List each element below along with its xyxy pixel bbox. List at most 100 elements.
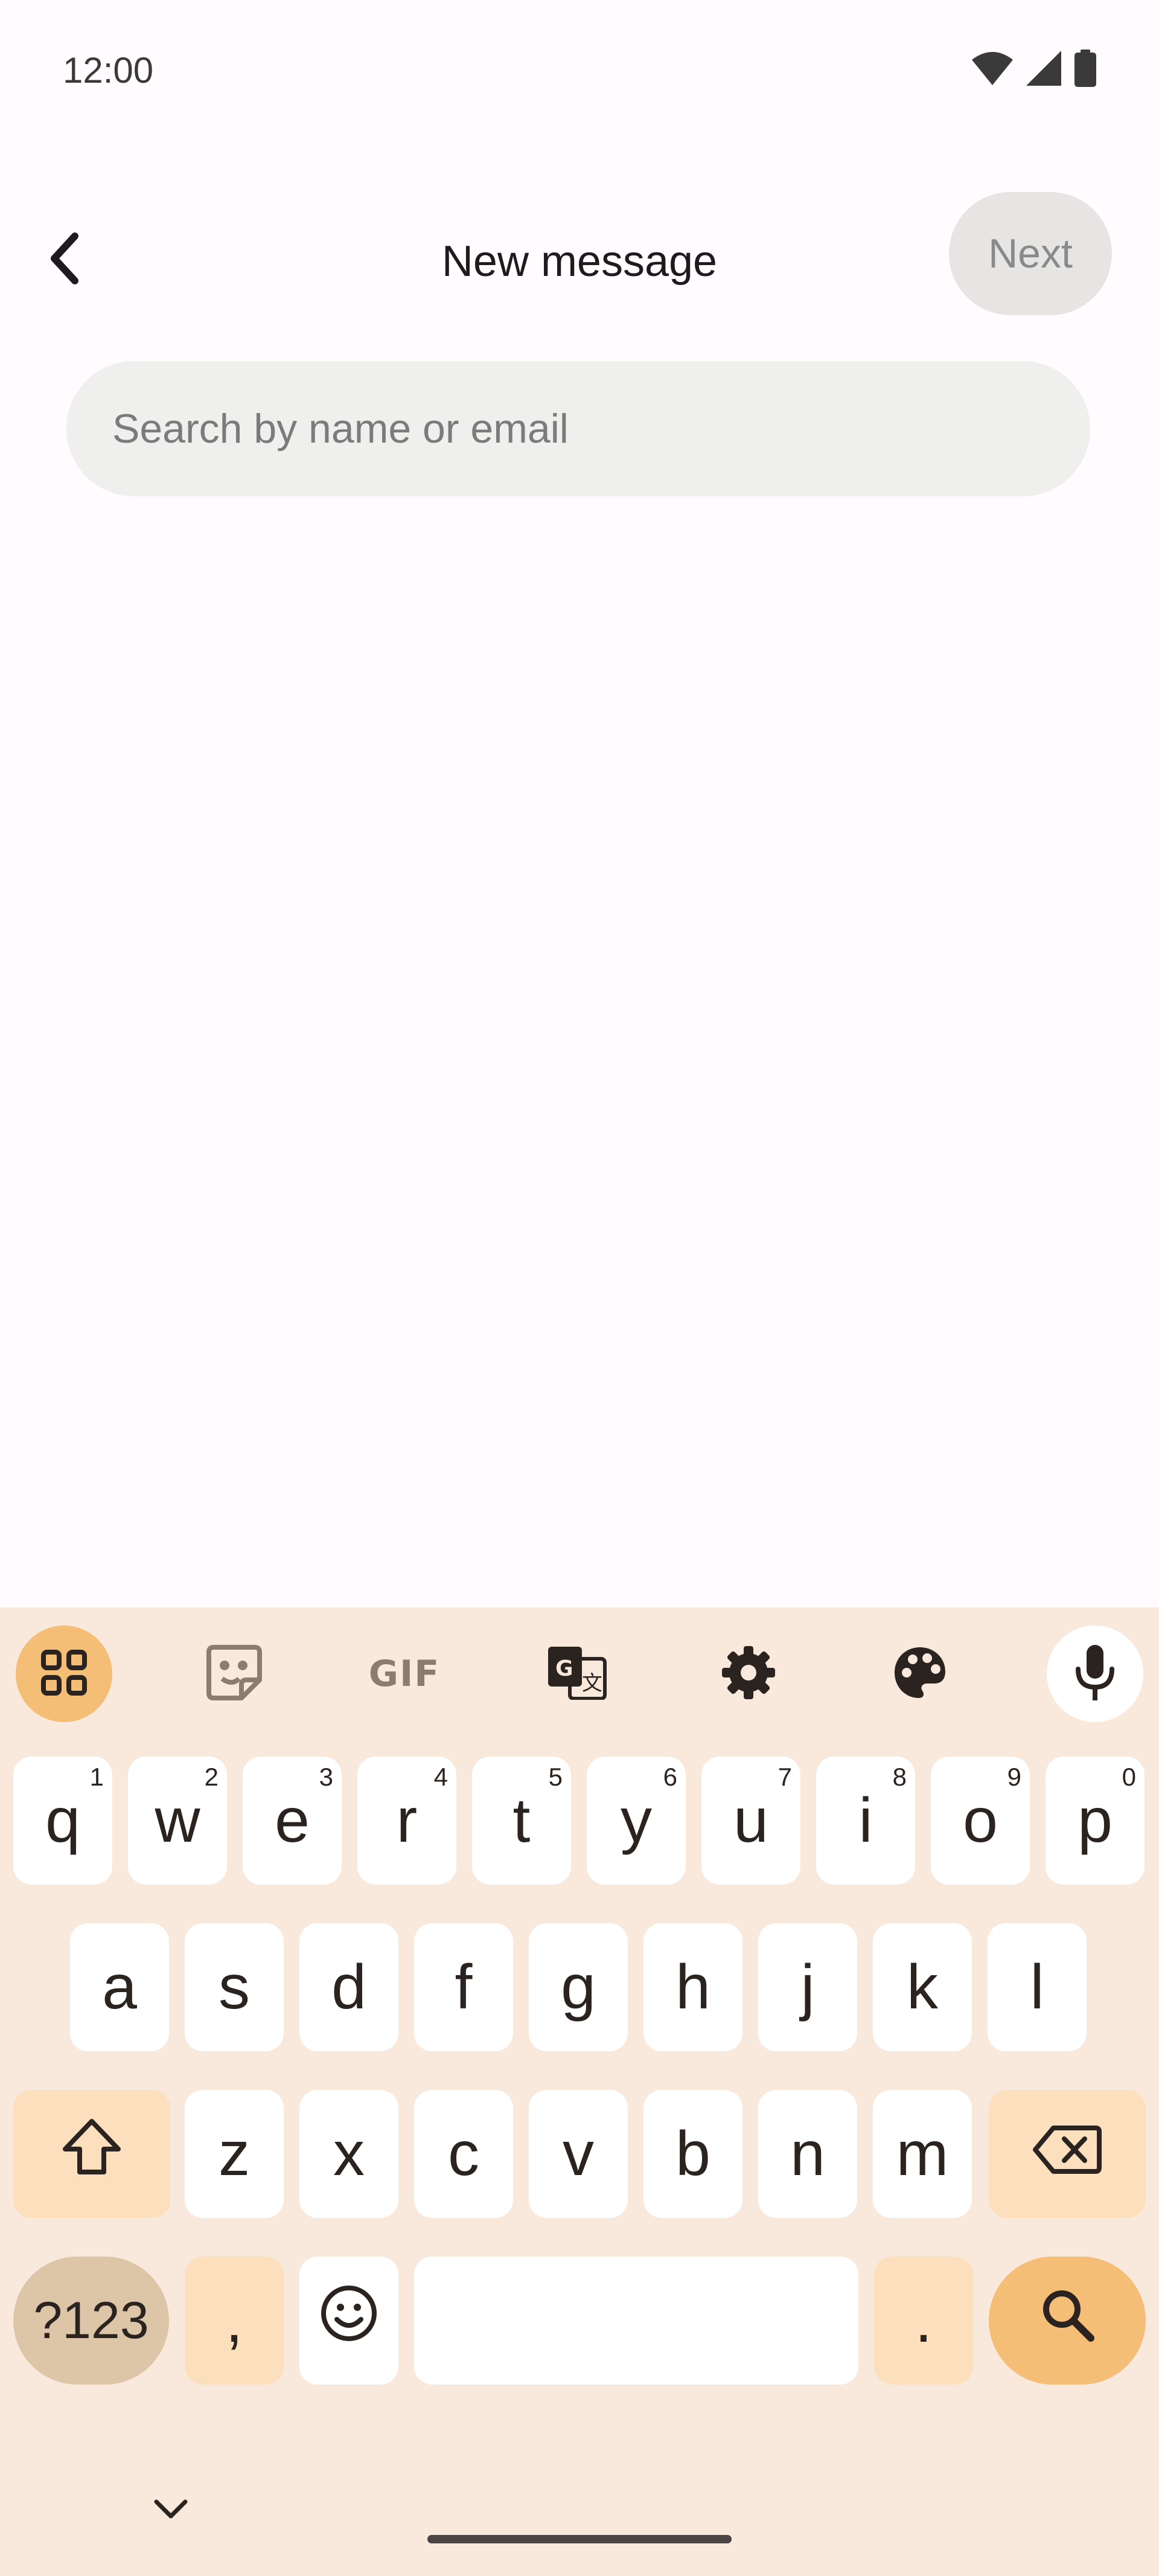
key-char: g: [561, 1952, 596, 2022]
key-char: c: [448, 2118, 479, 2189]
letter-key[interactable]: i8: [816, 1757, 915, 1885]
gear-icon: [721, 1645, 776, 1703]
battery-icon: [1074, 50, 1096, 87]
key-char: t: [512, 1785, 531, 1856]
key-char: s: [219, 1952, 250, 2022]
letter-key[interactable]: l: [988, 1923, 1087, 2051]
comma-key[interactable]: ,: [185, 2257, 284, 2385]
key-char: p: [1078, 1785, 1113, 1856]
letter-key[interactable]: w2: [128, 1757, 227, 1885]
key-char: y: [621, 1785, 652, 1856]
key-char: x: [333, 2118, 365, 2189]
letter-key[interactable]: v: [529, 2090, 628, 2218]
letter-key[interactable]: b: [643, 2090, 742, 2218]
key-char: b: [675, 2118, 710, 2189]
key-hint: 9: [1007, 1763, 1021, 1791]
symbols-key[interactable]: ?123: [13, 2257, 169, 2385]
letter-key[interactable]: o9: [931, 1757, 1030, 1885]
status-icons: [972, 50, 1096, 87]
letter-key[interactable]: q1: [13, 1757, 112, 1885]
letter-key[interactable]: y6: [587, 1757, 686, 1885]
key-char: l: [1030, 1952, 1044, 2022]
key-char: v: [563, 2118, 594, 2189]
letter-key[interactable]: z: [185, 2090, 284, 2218]
cellular-signal-icon: [1026, 51, 1061, 86]
voice-input-button[interactable]: [1047, 1626, 1143, 1722]
period-key[interactable]: .: [874, 2257, 973, 2385]
key-char: a: [102, 1952, 137, 2022]
settings-button[interactable]: [700, 1626, 797, 1722]
search-action-key[interactable]: [989, 2257, 1146, 2385]
sticker-button[interactable]: [186, 1626, 283, 1722]
letter-key[interactable]: a: [70, 1923, 169, 2051]
letter-key[interactable]: d: [299, 1923, 398, 2051]
wifi-icon: [972, 51, 1013, 85]
key-hint: 4: [433, 1763, 448, 1791]
gif-label: GIF: [368, 1653, 441, 1695]
key-hint: 7: [777, 1763, 792, 1791]
shift-key[interactable]: [13, 2090, 170, 2218]
gif-button[interactable]: GIF: [356, 1626, 453, 1722]
letter-key[interactable]: g: [529, 1923, 628, 2051]
shift-icon: [62, 2118, 122, 2191]
key-hint: 8: [892, 1763, 907, 1791]
key-char: j: [800, 1952, 815, 2022]
backspace-key[interactable]: [989, 2090, 1146, 2218]
status-bar: 12:00: [0, 0, 1159, 139]
key-hint: 6: [663, 1763, 677, 1791]
letter-key[interactable]: p0: [1046, 1757, 1145, 1885]
key-char: f: [455, 1952, 473, 2022]
key-char: m: [896, 2118, 949, 2189]
letter-key[interactable]: x: [299, 2090, 398, 2218]
letter-key[interactable]: k: [873, 1923, 972, 2051]
search-field[interactable]: [66, 361, 1090, 496]
sticker-icon: [205, 1644, 263, 1705]
keyboard-toolbar: GIF G 文: [0, 1620, 1159, 1740]
collapse-keyboard-button[interactable]: [144, 2483, 198, 2537]
key-char: d: [331, 1952, 366, 2022]
emoji-icon: [320, 2284, 378, 2357]
letter-key[interactable]: e3: [243, 1757, 342, 1885]
apps-button[interactable]: [16, 1626, 112, 1722]
letter-key[interactable]: h: [643, 1923, 742, 2051]
search-icon: [1040, 2285, 1094, 2357]
gesture-nav-handle[interactable]: [427, 2535, 732, 2543]
letter-key[interactable]: t5: [472, 1757, 571, 1885]
status-time: 12:00: [63, 50, 154, 91]
key-hint: 2: [204, 1763, 219, 1791]
key-char: e: [275, 1785, 310, 1856]
translate-icon: G 文: [547, 1645, 607, 1703]
key-char: i: [858, 1785, 873, 1856]
letter-key[interactable]: r4: [357, 1757, 456, 1885]
svg-text:文: 文: [582, 1671, 602, 1696]
key-char: h: [675, 1952, 710, 2022]
backspace-icon: [1032, 2118, 1103, 2190]
letter-key[interactable]: u7: [701, 1757, 800, 1885]
letter-key[interactable]: m: [873, 2090, 972, 2218]
key-char: k: [907, 1952, 938, 2022]
key-hint: 1: [89, 1763, 104, 1791]
letter-key[interactable]: s: [185, 1923, 284, 2051]
svg-text:G: G: [555, 1656, 573, 1681]
letter-key[interactable]: f: [414, 1923, 513, 2051]
key-hint: 5: [548, 1763, 563, 1791]
top-app-bar: New message Next: [0, 181, 1159, 326]
key-hint: 3: [319, 1763, 333, 1791]
key-char: w: [155, 1785, 200, 1856]
key-char: u: [733, 1785, 768, 1856]
key-char: q: [45, 1785, 80, 1856]
next-button[interactable]: Next: [949, 192, 1112, 315]
space-key[interactable]: [414, 2257, 858, 2385]
key-char: r: [396, 1785, 418, 1856]
theme-button[interactable]: [872, 1626, 968, 1722]
microphone-icon: [1073, 1644, 1117, 1705]
search-input[interactable]: [112, 405, 1090, 452]
palette-icon: [892, 1645, 948, 1703]
soft-keyboard: GIF G 文 ?123 , . q 1 w 2 e 3 r 4 t 5 y 6…: [0, 1607, 1159, 2576]
letter-key[interactable]: c: [414, 2090, 513, 2218]
translate-button[interactable]: G 文: [529, 1626, 625, 1722]
emoji-key[interactable]: [299, 2257, 398, 2385]
key-char: o: [963, 1785, 998, 1856]
letter-key[interactable]: j: [758, 1923, 857, 2051]
letter-key[interactable]: n: [758, 2090, 857, 2218]
